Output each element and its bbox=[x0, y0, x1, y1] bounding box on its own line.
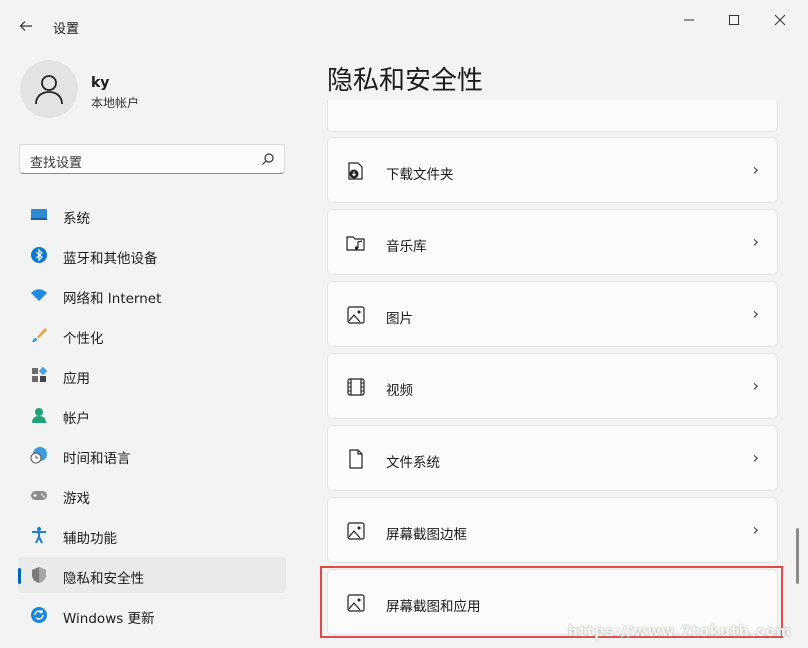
sidebar-item-windows-update[interactable]: Windows 更新 bbox=[18, 597, 286, 633]
sidebar-item-personalization[interactable]: 个性化 bbox=[18, 317, 286, 353]
sidebar-item-label: Windows 更新 bbox=[63, 611, 155, 627]
user-name: ky bbox=[91, 75, 110, 91]
sidebar-item-label: 应用 bbox=[63, 371, 90, 387]
sidebar-item-accounts[interactable]: 帐户 bbox=[18, 397, 286, 433]
sidebar-item-label: 游戏 bbox=[63, 491, 90, 507]
file-icon bbox=[349, 449, 363, 469]
title-bar: 设置 bbox=[0, 0, 808, 48]
update-icon bbox=[31, 607, 47, 623]
sidebar-item-gaming[interactable]: 游戏 bbox=[18, 477, 286, 513]
chevron-right-icon: › bbox=[752, 160, 759, 179]
screenshot-apps-icon bbox=[347, 594, 365, 612]
account-icon bbox=[32, 408, 46, 423]
sidebar-item-accessibility[interactable]: 辅助功能 bbox=[18, 517, 286, 553]
chevron-right-icon: › bbox=[752, 520, 759, 539]
card-file-system[interactable]: 文件系统 › bbox=[327, 425, 778, 491]
sidebar-item-label: 系统 bbox=[63, 211, 90, 227]
app-title: 设置 bbox=[53, 22, 80, 37]
chevron-right-icon: › bbox=[752, 376, 759, 395]
sidebar-item-label: 隐私和安全性 bbox=[63, 571, 144, 587]
card-label: 文件系统 bbox=[386, 455, 440, 471]
search-icon[interactable] bbox=[261, 152, 275, 166]
card-label: 下载文件夹 bbox=[386, 167, 454, 183]
minimize-button[interactable] bbox=[666, 8, 712, 32]
monitor-icon bbox=[31, 209, 47, 220]
close-icon bbox=[774, 14, 786, 26]
sidebar-item-apps[interactable]: 应用 bbox=[18, 357, 286, 393]
sidebar-item-label: 辅助功能 bbox=[63, 531, 117, 547]
card-label: 视频 bbox=[386, 383, 413, 399]
avatar[interactable] bbox=[20, 60, 78, 118]
chevron-right-icon: › bbox=[752, 448, 759, 467]
search-placeholder: 查找设置 bbox=[30, 156, 83, 171]
arrow-left-icon bbox=[19, 21, 32, 31]
sidebar-item-label: 帐户 bbox=[63, 411, 90, 427]
card-screenshot-borders[interactable]: 屏幕截图边框 › bbox=[327, 497, 778, 563]
account-type: 本地帐户 bbox=[91, 96, 140, 110]
scrollbar[interactable] bbox=[796, 528, 799, 584]
card-label: 音乐库 bbox=[386, 239, 427, 255]
download-folder-icon bbox=[348, 162, 363, 180]
gamepad-icon bbox=[31, 491, 47, 500]
card-label: 图片 bbox=[386, 311, 413, 327]
bluetooth-icon bbox=[31, 247, 47, 263]
minimize-icon bbox=[684, 19, 694, 21]
card-label: 屏幕截图和应用 bbox=[386, 599, 481, 615]
sidebar-item-label: 时间和语言 bbox=[63, 451, 131, 467]
sidebar-item-privacy-security[interactable]: 隐私和安全性 bbox=[18, 557, 286, 593]
watermark: https://www.7tokuth.com bbox=[568, 624, 792, 640]
maximize-icon bbox=[729, 15, 739, 25]
brush-icon bbox=[32, 328, 47, 342]
card-label: 屏幕截图边框 bbox=[386, 527, 467, 543]
sidebar-item-label: 个性化 bbox=[63, 331, 104, 347]
wifi-icon bbox=[31, 289, 47, 301]
music-folder-icon bbox=[346, 236, 365, 251]
apps-icon bbox=[32, 366, 48, 382]
card-downloads-folder[interactable]: 下载文件夹 › bbox=[327, 137, 778, 203]
card-videos[interactable]: 视频 › bbox=[327, 353, 778, 419]
sidebar-item-label: 蓝牙和其他设备 bbox=[63, 251, 158, 267]
chevron-right-icon: › bbox=[752, 304, 759, 323]
image-icon bbox=[347, 306, 365, 324]
screenshot-border-icon bbox=[347, 522, 365, 540]
sidebar-item-bluetooth[interactable]: 蓝牙和其他设备 bbox=[18, 237, 286, 273]
card-music-library[interactable]: 音乐库 › bbox=[327, 209, 778, 275]
sidebar-item-system[interactable]: 系统 bbox=[18, 197, 286, 233]
sidebar-item-label: 网络和 Internet bbox=[63, 291, 162, 307]
back-button[interactable] bbox=[14, 14, 38, 38]
search-input[interactable]: 查找设置 bbox=[19, 144, 285, 174]
clock-globe-icon bbox=[30, 447, 47, 464]
film-icon bbox=[347, 378, 365, 396]
partial-card[interactable] bbox=[327, 100, 778, 132]
accessibility-icon bbox=[32, 527, 46, 544]
close-button[interactable] bbox=[757, 8, 803, 32]
sidebar-item-time-language[interactable]: 时间和语言 bbox=[18, 437, 286, 473]
sidebar-item-network[interactable]: 网络和 Internet bbox=[18, 277, 286, 313]
sidebar-nav: 系统 蓝牙和其他设备 网络和 Internet 个性化 应用 帐户 时间和语言 … bbox=[18, 197, 286, 637]
page-title: 隐私和安全性 bbox=[327, 66, 484, 96]
person-icon bbox=[35, 75, 63, 105]
shield-icon bbox=[32, 567, 46, 583]
card-pictures[interactable]: 图片 › bbox=[327, 281, 778, 347]
maximize-button[interactable] bbox=[711, 8, 757, 32]
chevron-right-icon: › bbox=[752, 232, 759, 251]
